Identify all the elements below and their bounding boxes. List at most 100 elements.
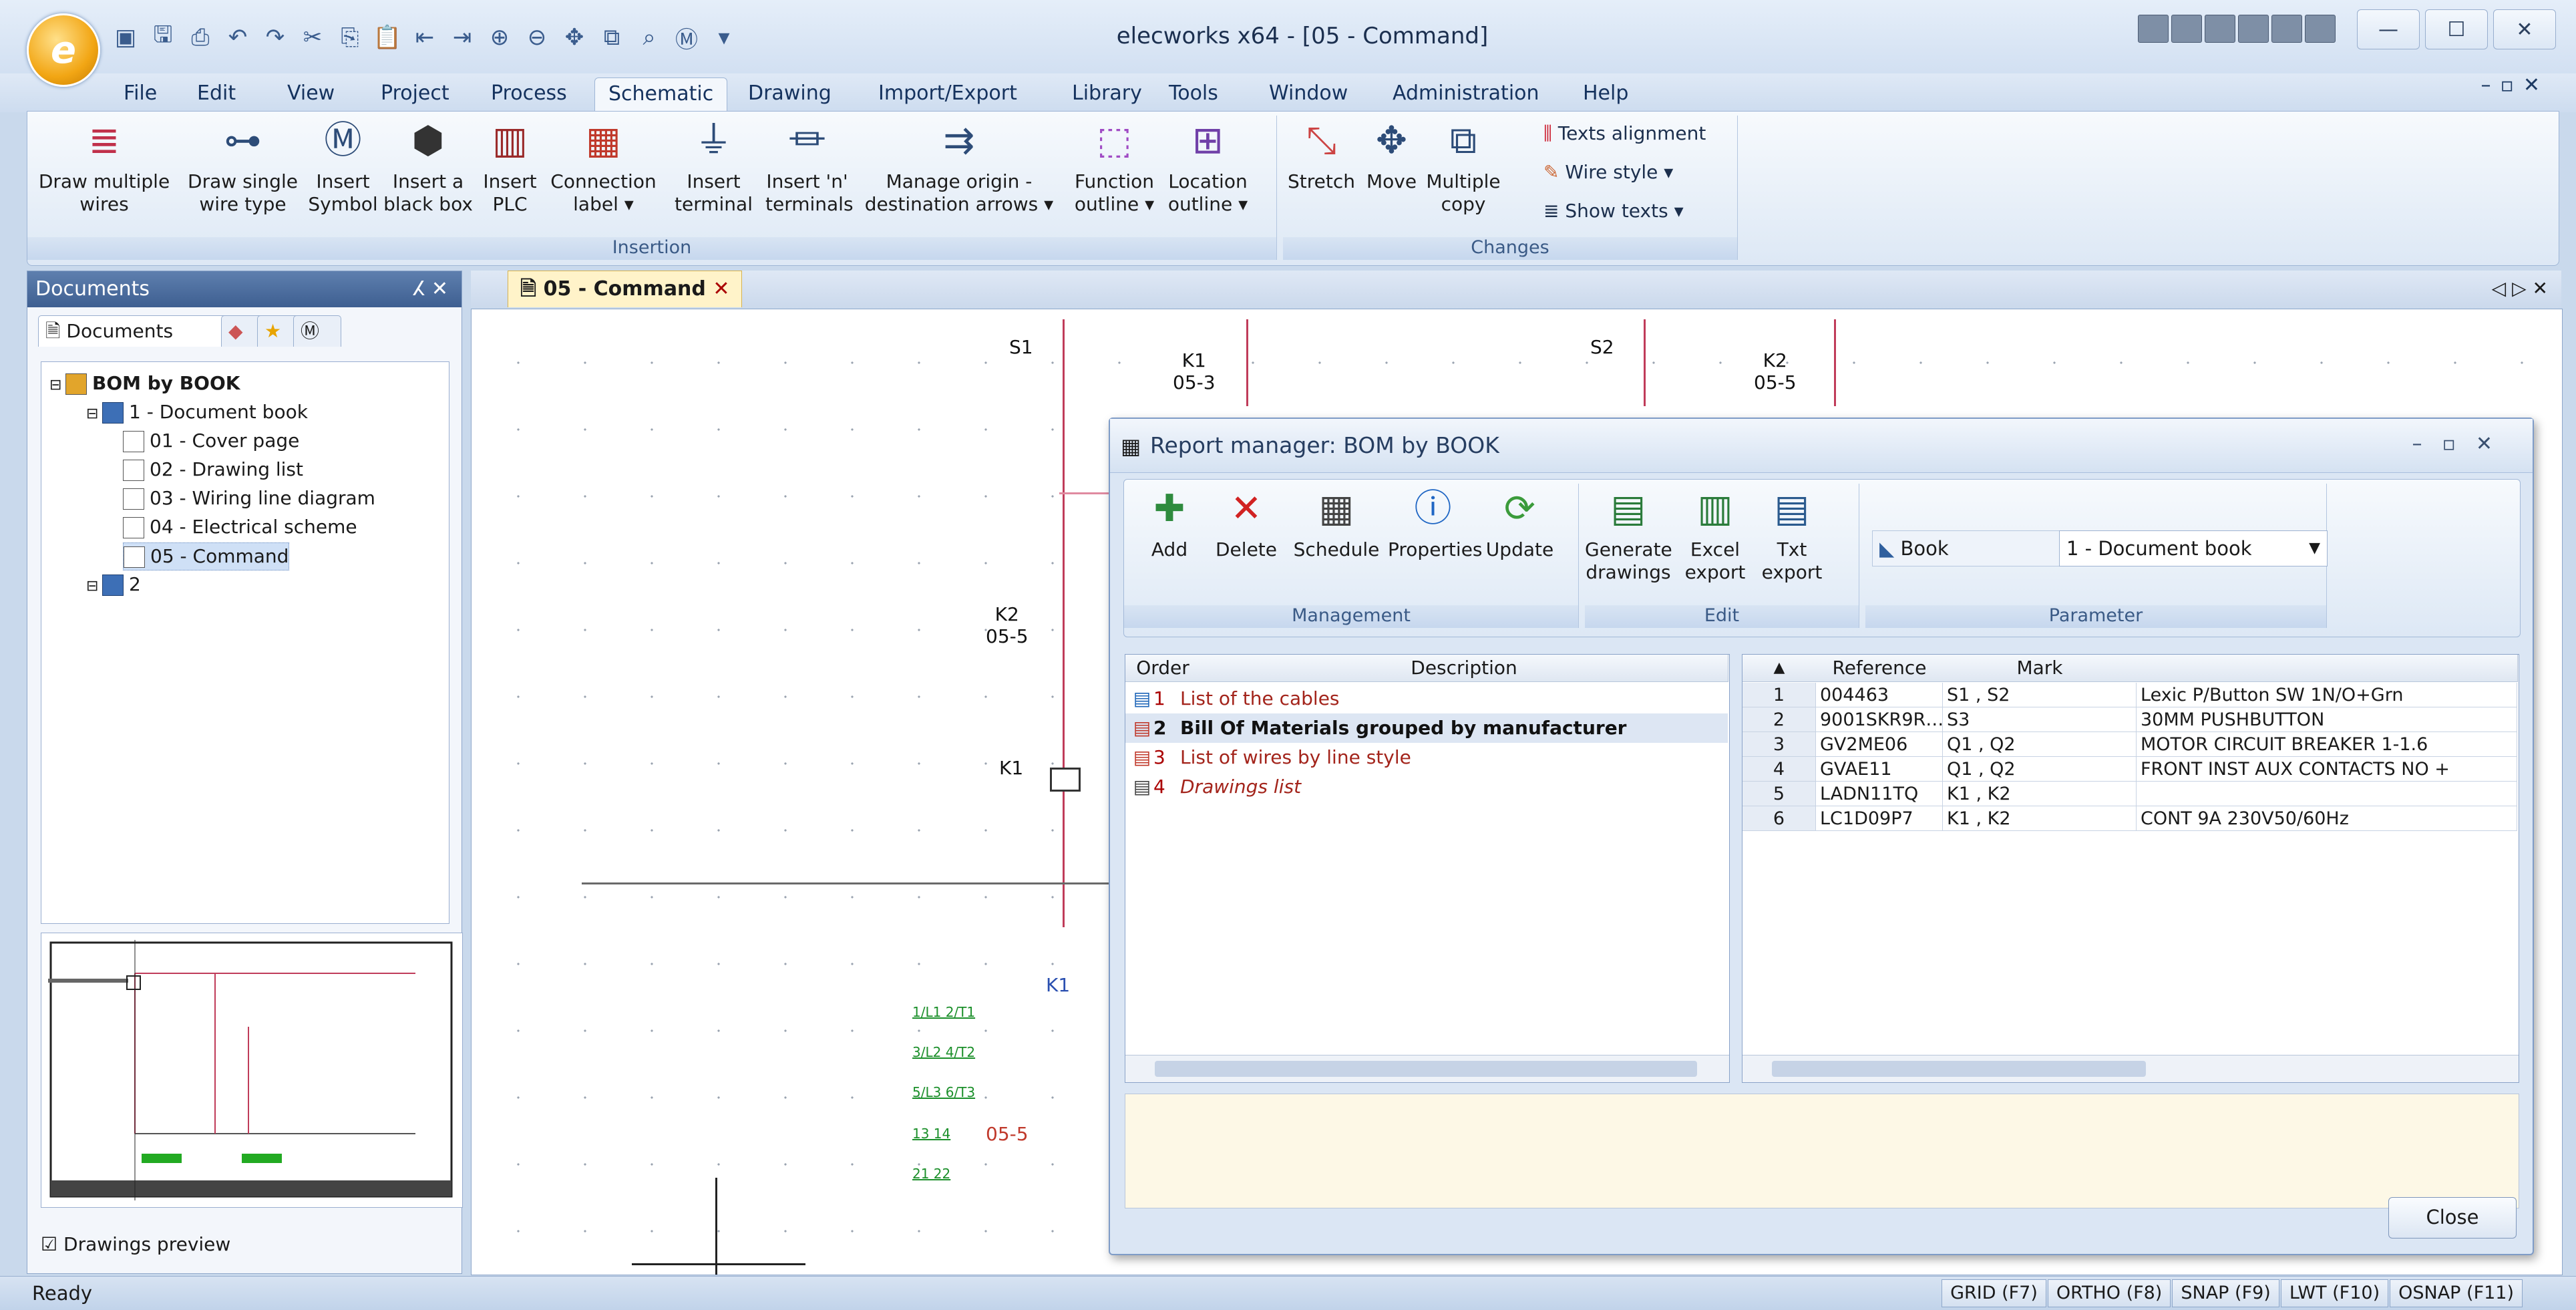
print-icon[interactable]: ⎙: [185, 22, 216, 53]
list-item[interactable]: ▤ 1 List of the cables: [1125, 684, 1728, 713]
tray-icon[interactable]: [2271, 15, 2302, 43]
wire-style-button[interactable]: ✎ Wire style ▾: [1543, 161, 1673, 183]
column-header-reference[interactable]: Reference: [1816, 655, 1944, 682]
zoom-out-icon[interactable]: ⊖: [522, 22, 552, 53]
tray-icon[interactable]: [2205, 15, 2235, 43]
menu-edit[interactable]: Edit: [184, 77, 249, 111]
table-row[interactable]: 1 004463 S1 , S2 Lexic P/Button SW 1N/O+Grn: [1742, 683, 2517, 707]
list-item[interactable]: ▤ 3 List of wires by line style: [1125, 743, 1728, 772]
pin-close-icons[interactable]: ⵃ ✕: [405, 271, 448, 307]
texts-alignment-button[interactable]: ⫼ Texts alignment: [1543, 122, 1706, 145]
column-header-description[interactable]: Description: [1200, 655, 1728, 682]
tab-symbols[interactable]: Ⓜ: [293, 315, 341, 347]
mdi-window-controls[interactable]: –▫✕: [2481, 73, 2549, 97]
schedule-button[interactable]: ▦ Schedule: [1290, 484, 1383, 561]
tab-nav-icons[interactable]: ◁ ▷ ✕: [2492, 277, 2548, 299]
menu-tools[interactable]: Tools: [1155, 77, 1232, 111]
close-button[interactable]: Close: [2388, 1197, 2517, 1239]
horizontal-scrollbar[interactable]: [1125, 1055, 1729, 1082]
zoom-in-icon[interactable]: ⊕: [484, 22, 515, 53]
expand-icon[interactable]: ⊟: [49, 372, 65, 399]
show-texts-button[interactable]: ≣ Show texts ▾: [1543, 200, 1684, 222]
tree-item[interactable]: 04 - Electrical scheme: [123, 514, 357, 540]
location-outline-button[interactable]: ⊞ Location outline ▾: [1163, 116, 1253, 216]
menu-administration[interactable]: Administration: [1379, 77, 1553, 111]
tab-05-command[interactable]: 🗎 05 - Command ✕: [508, 271, 743, 307]
menu-file[interactable]: File: [110, 77, 170, 111]
tree-item[interactable]: 01 - Cover page: [123, 428, 299, 454]
menu-import-export[interactable]: Import/Export: [865, 77, 1031, 111]
tree-item[interactable]: ⊟ 1 - Document book: [86, 399, 308, 426]
motor-icon[interactable]: Ⓜ: [671, 22, 702, 53]
tray-icon[interactable]: [2305, 15, 2336, 43]
delete-button[interactable]: ✕ Delete: [1210, 484, 1283, 561]
paste-icon[interactable]: 📋: [372, 22, 403, 53]
add-button[interactable]: ✚ Add: [1136, 484, 1203, 561]
move-button[interactable]: ✥ Move: [1363, 116, 1420, 193]
redo-icon[interactable]: ↷: [260, 22, 291, 53]
scroll-thumb[interactable]: [1155, 1061, 1697, 1077]
generate-button[interactable]: ▤ Generate drawings: [1585, 484, 1672, 584]
menu-help[interactable]: Help: [1570, 77, 1642, 111]
find-icon[interactable]: ⌕: [634, 22, 665, 53]
tree-item[interactable]: 05 - Command: [123, 542, 290, 570]
drawings-preview-checkbox[interactable]: ☑ Drawings preview: [41, 1233, 230, 1255]
toggle-lwt[interactable]: LWT (F10): [2280, 1279, 2389, 1307]
minimize-button[interactable]: —: [2357, 9, 2420, 49]
expand-icon[interactable]: ⊟: [86, 401, 102, 428]
scroll-thumb[interactable]: [1772, 1061, 2146, 1077]
sort-indicator-icon[interactable]: ▲: [1742, 655, 1817, 682]
tree-item[interactable]: ⊟ BOM by BOOK: [49, 370, 240, 397]
book-select[interactable]: 1 - Document book ▼: [2059, 530, 2328, 566]
update-button[interactable]: ⟳ Update: [1481, 484, 1558, 561]
toggle-grid[interactable]: GRID (F7): [1942, 1279, 2046, 1307]
excel-button[interactable]: ▥ Excel export: [1678, 484, 1752, 584]
terminal-button[interactable]: ⏚ Insert terminal: [665, 116, 762, 216]
horizontal-scrollbar[interactable]: [1742, 1055, 2519, 1082]
close-tab-icon[interactable]: ✕: [713, 277, 729, 301]
n-terminals-button[interactable]: ⏛ Insert 'n' terminals: [765, 116, 854, 216]
table-row[interactable]: 6 LC1D09P7 K1 , K2 CONT 9A 230V50/60Hz: [1742, 806, 2517, 831]
multiple-copy-button[interactable]: ⧉ Multiple copy: [1423, 116, 1503, 216]
table-row[interactable]: 4 GVAE11 Q1 , Q2 FRONT INST AUX CONTACTS NO…: [1742, 757, 2517, 782]
pan-icon[interactable]: ✥: [559, 22, 590, 53]
menu-drawing[interactable]: Drawing: [735, 77, 845, 111]
copy-icon[interactable]: ⎘: [335, 22, 365, 53]
toggle-ortho[interactable]: ORTHO (F8): [2047, 1279, 2171, 1307]
black-box-button[interactable]: ⬢ Insert a black box: [381, 116, 475, 216]
list-item[interactable]: ▤ 4 Drawings list: [1125, 772, 1728, 802]
undo-icon[interactable]: ↶: [222, 22, 253, 53]
table-row[interactable]: 2 9001SKR9R… S3 30MM PUSHBUTTON: [1742, 707, 2517, 732]
column-header-mark[interactable]: Mark: [1943, 655, 2137, 682]
customize-qat-icon[interactable]: ▾: [709, 22, 739, 53]
close-window-button[interactable]: ✕: [2493, 9, 2556, 49]
new-icon[interactable]: ▣: [110, 22, 141, 53]
properties-button[interactable]: ⓘ Properties: [1388, 484, 1483, 561]
tab-documents[interactable]: 🗎 Documents: [38, 315, 233, 347]
menu-project[interactable]: Project: [367, 77, 463, 111]
menu-schematic[interactable]: Schematic: [594, 77, 728, 112]
menu-window[interactable]: Window: [1256, 77, 1361, 111]
wires-button[interactable]: ≣ Draw multiple wires: [34, 116, 174, 216]
menu-process[interactable]: Process: [478, 77, 580, 111]
stretch-button[interactable]: ⤡ Stretch: [1283, 116, 1360, 193]
txt-button[interactable]: ▤ Txt export: [1759, 484, 1825, 584]
table-row[interactable]: 5 LADN11TQ K1 , K2: [1742, 782, 2517, 806]
cut-icon[interactable]: ✂: [297, 22, 328, 53]
zoom-extents-icon[interactable]: ⧉: [596, 22, 627, 53]
tree-item[interactable]: ⊟ 2: [86, 571, 141, 598]
toggle-snap[interactable]: SNAP (F9): [2172, 1279, 2279, 1307]
tree-item[interactable]: 02 - Drawing list: [123, 456, 303, 483]
list-item[interactable]: ▤ 2 Bill Of Materials grouped by manufactu…: [1125, 713, 1728, 743]
save-icon[interactable]: 🖫: [148, 21, 178, 53]
wire-type-button[interactable]: ⊶ Draw single wire type: [181, 116, 305, 216]
column-header-description[interactable]: [2137, 655, 2518, 682]
toggle-osnap[interactable]: OSNAP (F11): [2390, 1279, 2523, 1307]
maximize-button[interactable]: ☐: [2425, 9, 2488, 49]
symbol-button[interactable]: Ⓜ Insert Symbol: [308, 116, 378, 216]
connection-label-button[interactable]: ▦ Connection label ▾: [545, 116, 662, 216]
plc-button[interactable]: ▥ Insert PLC: [478, 116, 542, 216]
function-outline-button[interactable]: ⬚ Function outline ▾: [1069, 116, 1159, 216]
column-header-order[interactable]: Order: [1125, 655, 1201, 682]
dialog-window-controls[interactable]: –▫✕: [2412, 432, 2513, 456]
